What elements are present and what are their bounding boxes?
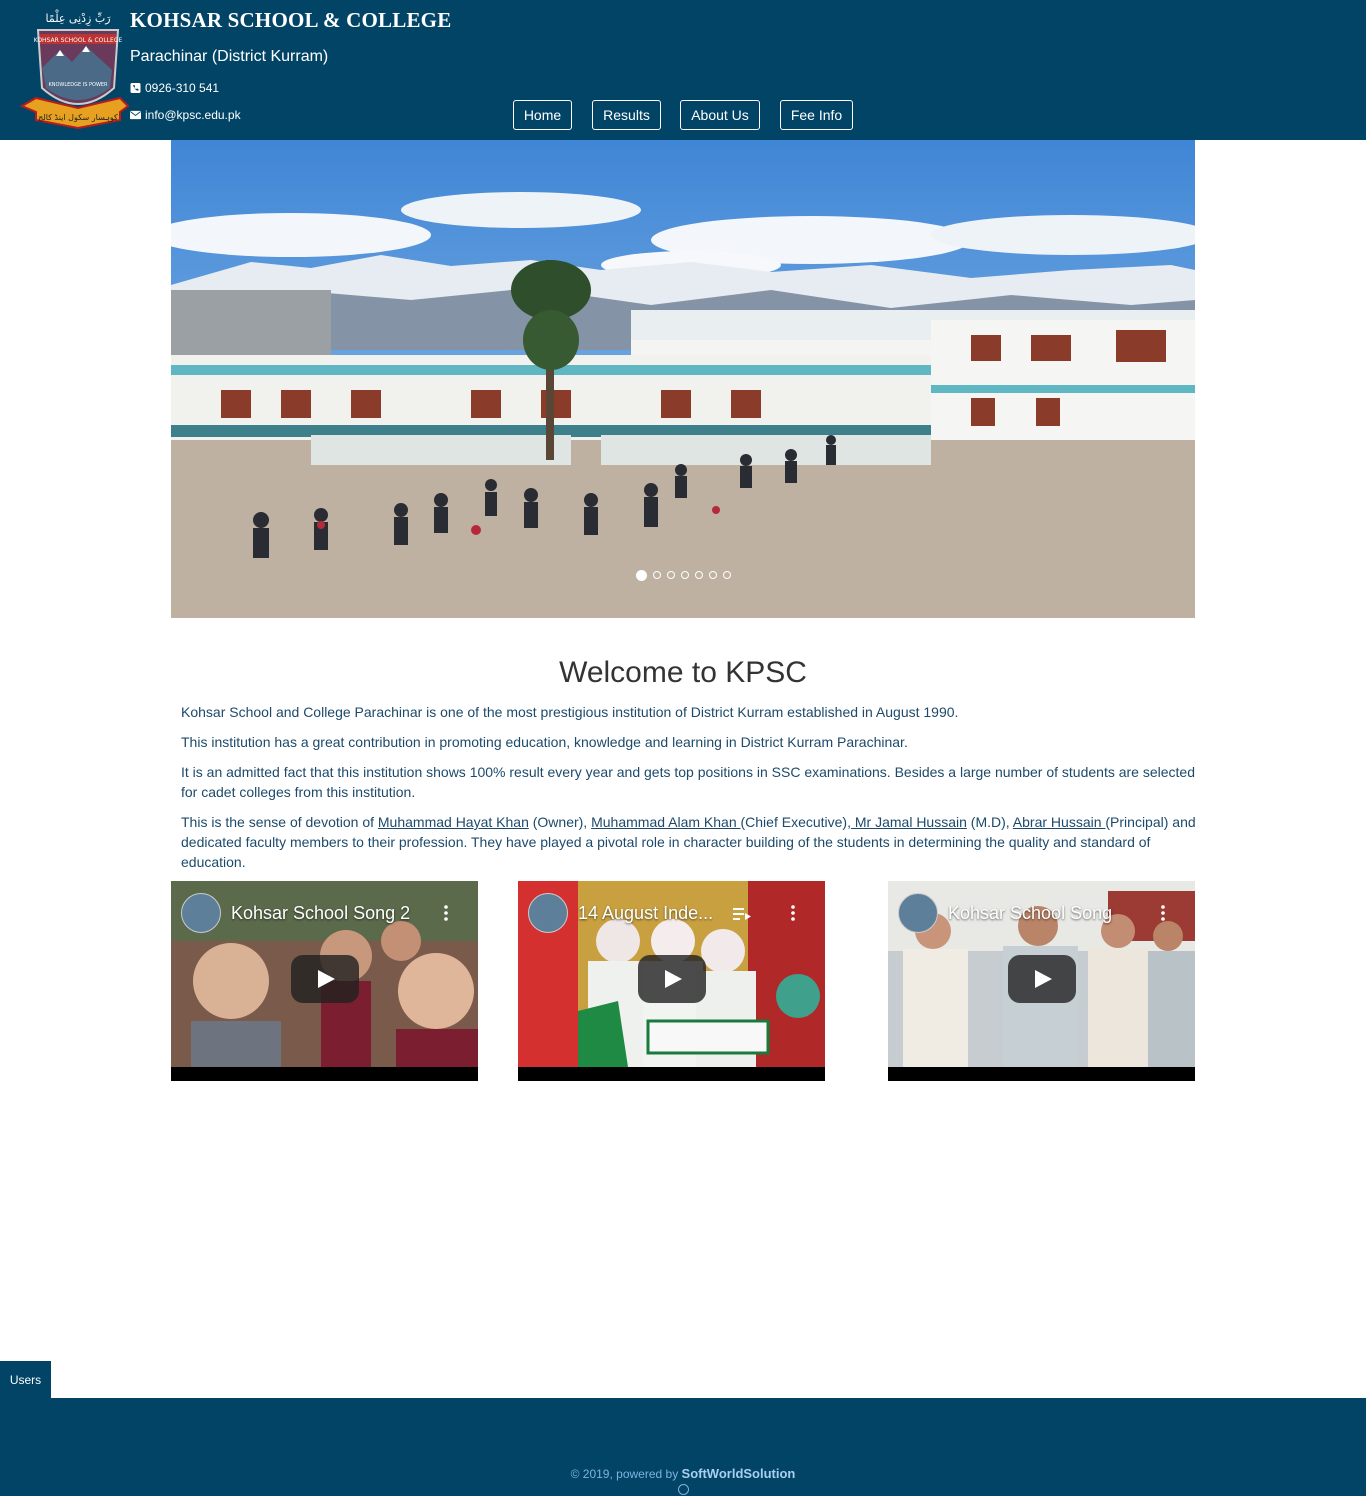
hero-carousel[interactable]	[171, 140, 1195, 618]
more-options-icon[interactable]	[444, 905, 448, 921]
svg-text:KNOWLEDGE IS POWER: KNOWLEDGE IS POWER	[48, 82, 108, 88]
channel-avatar[interactable]	[898, 893, 938, 933]
devotion-text: (M.D),	[966, 814, 1013, 830]
intro-paragraph: Kohsar School and College Parachinar is …	[181, 704, 959, 720]
carousel-dot[interactable]	[694, 571, 703, 579]
welcome-text: Kohsar School and College Parachinar is …	[181, 702, 1197, 882]
phone-icon	[130, 83, 141, 93]
video-header: Kohsar School Song 2	[181, 893, 410, 933]
site-header: رَبِّ زِدْنِی عِلْمًا KOHSAR SCHOOL & CO…	[0, 0, 1366, 140]
devotion-paragraph: This is the sense of devotion of Muhamma…	[181, 812, 1197, 872]
phone-contact: 0926-310 541	[130, 81, 219, 95]
carousel-dot[interactable]	[680, 571, 689, 579]
svg-text:رَبِّ زِدْنِی عِلْمًا: رَبِّ زِدْنِی عِلْمًا	[45, 10, 111, 27]
video-embed-3[interactable]: Kohsar School Song	[888, 881, 1195, 1081]
video-embed-2[interactable]: 14 August Inde...	[518, 881, 825, 1081]
play-button[interactable]	[290, 955, 359, 1003]
copyright-label: © 2019, powered by	[570, 1467, 682, 1481]
carousel-dot[interactable]	[666, 571, 675, 579]
back-to-top-icon[interactable]	[678, 1484, 689, 1495]
svg-text:KOHSAR SCHOOL & COLLEGE: KOHSAR SCHOOL & COLLEGE	[34, 37, 123, 44]
video-title[interactable]: Kohsar School Song	[948, 903, 1112, 924]
welcome-heading: Welcome to KPSC	[559, 656, 807, 689]
main-nav: Home Results About Us Fee Info	[0, 100, 1366, 132]
carousel-indicators	[171, 570, 1195, 581]
more-options-icon[interactable]	[1161, 905, 1165, 921]
copyright-text: © 2019, powered by SoftWorldSolution	[0, 1466, 1366, 1481]
devotion-text: (Owner),	[528, 814, 592, 830]
devotion-text: (Chief Executive),	[740, 814, 851, 830]
video-embed-1[interactable]: Kohsar School Song 2	[171, 881, 478, 1081]
video-header: 14 August Inde...	[528, 893, 713, 933]
play-button[interactable]	[1007, 955, 1076, 1003]
carousel-dot[interactable]	[708, 571, 717, 579]
principal-link[interactable]: Abrar Hussain	[1013, 814, 1106, 830]
owner-link[interactable]: Muhammad Hayat Khan	[378, 814, 529, 830]
school-name: KOHSAR SCHOOL & COLLEGE	[130, 8, 452, 32]
powered-by-link[interactable]: SoftWorldSolution	[682, 1466, 796, 1481]
carousel-dot[interactable]	[722, 571, 731, 579]
channel-avatar[interactable]	[181, 893, 221, 933]
play-button[interactable]	[637, 955, 706, 1003]
carousel-dot[interactable]	[635, 570, 647, 581]
video-header: Kohsar School Song	[898, 893, 1112, 933]
contribution-paragraph: This institution has a great contributio…	[181, 734, 908, 750]
carousel-dot[interactable]	[652, 571, 661, 579]
site-footer: © 2019, powered by SoftWorldSolution	[0, 1398, 1366, 1496]
md-link[interactable]: Mr Jamal Hussain	[851, 814, 967, 830]
results-paragraph: It is an admitted fact that this institu…	[181, 764, 1195, 800]
nav-about-us-button[interactable]: About Us	[680, 100, 760, 130]
channel-avatar[interactable]	[528, 893, 568, 933]
school-location: Parachinar (District Kurram)	[130, 48, 329, 65]
playlist-icon[interactable]	[733, 907, 751, 921]
nav-home-button[interactable]: Home	[513, 100, 572, 130]
chief-executive-link[interactable]: Muhammad Alam Khan	[591, 814, 740, 830]
users-tab[interactable]: Users	[0, 1361, 51, 1398]
carousel-slide-image	[171, 140, 1195, 618]
video-title[interactable]: 14 August Inde...	[578, 903, 713, 924]
nav-fee-info-button[interactable]: Fee Info	[780, 100, 853, 130]
more-options-icon[interactable]	[791, 905, 795, 921]
devotion-text: This is the sense of devotion of	[181, 814, 378, 830]
phone-number: 0926-310 541	[145, 81, 220, 95]
nav-results-button[interactable]: Results	[592, 100, 661, 130]
video-title[interactable]: Kohsar School Song 2	[231, 903, 410, 924]
